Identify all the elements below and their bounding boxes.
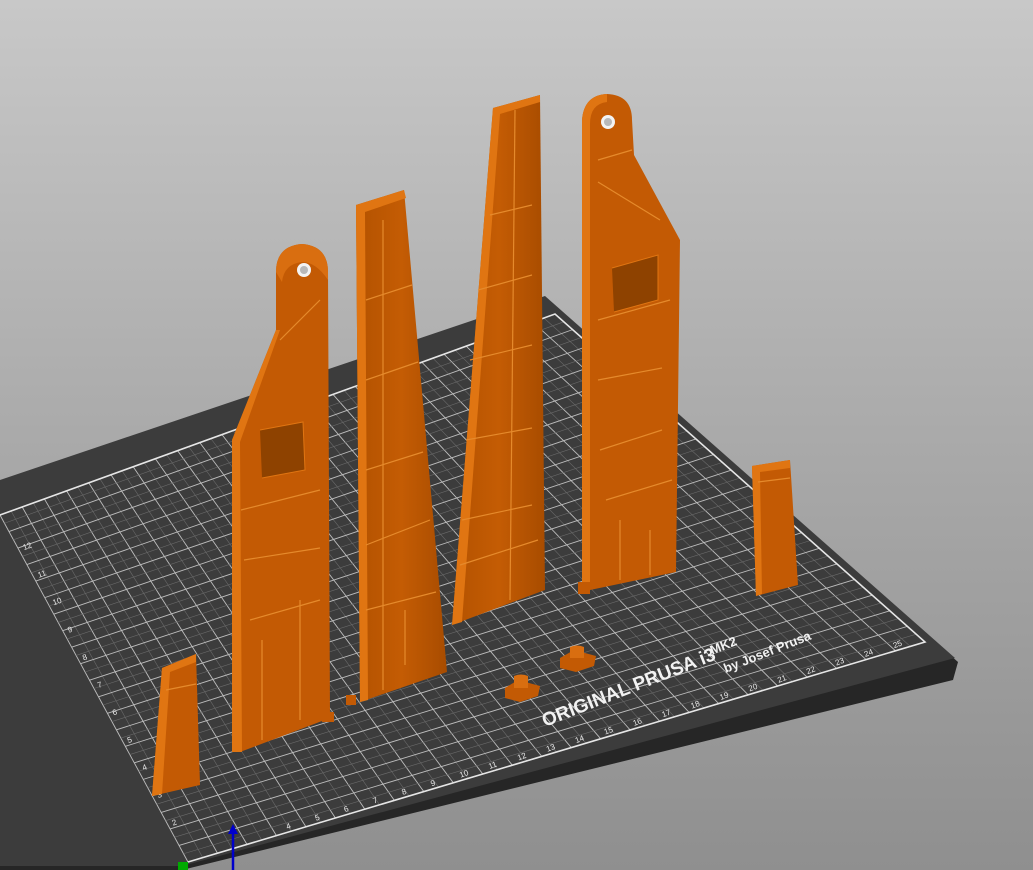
blade-with-hole-left[interactable] [232,244,334,752]
3d-viewport[interactable]: 4 5 6 7 8 9 10 11 12 13 14 15 16 17 18 19 20 21 22 23 24 25 2… [0,0,1033,870]
blade-with-hole-right[interactable] [578,94,680,594]
x-axis-marker [178,862,188,870]
small-block-right[interactable] [752,460,798,596]
scene-canvas[interactable]: 45678910111213141516171819202122232425 2… [0,0,1033,870]
